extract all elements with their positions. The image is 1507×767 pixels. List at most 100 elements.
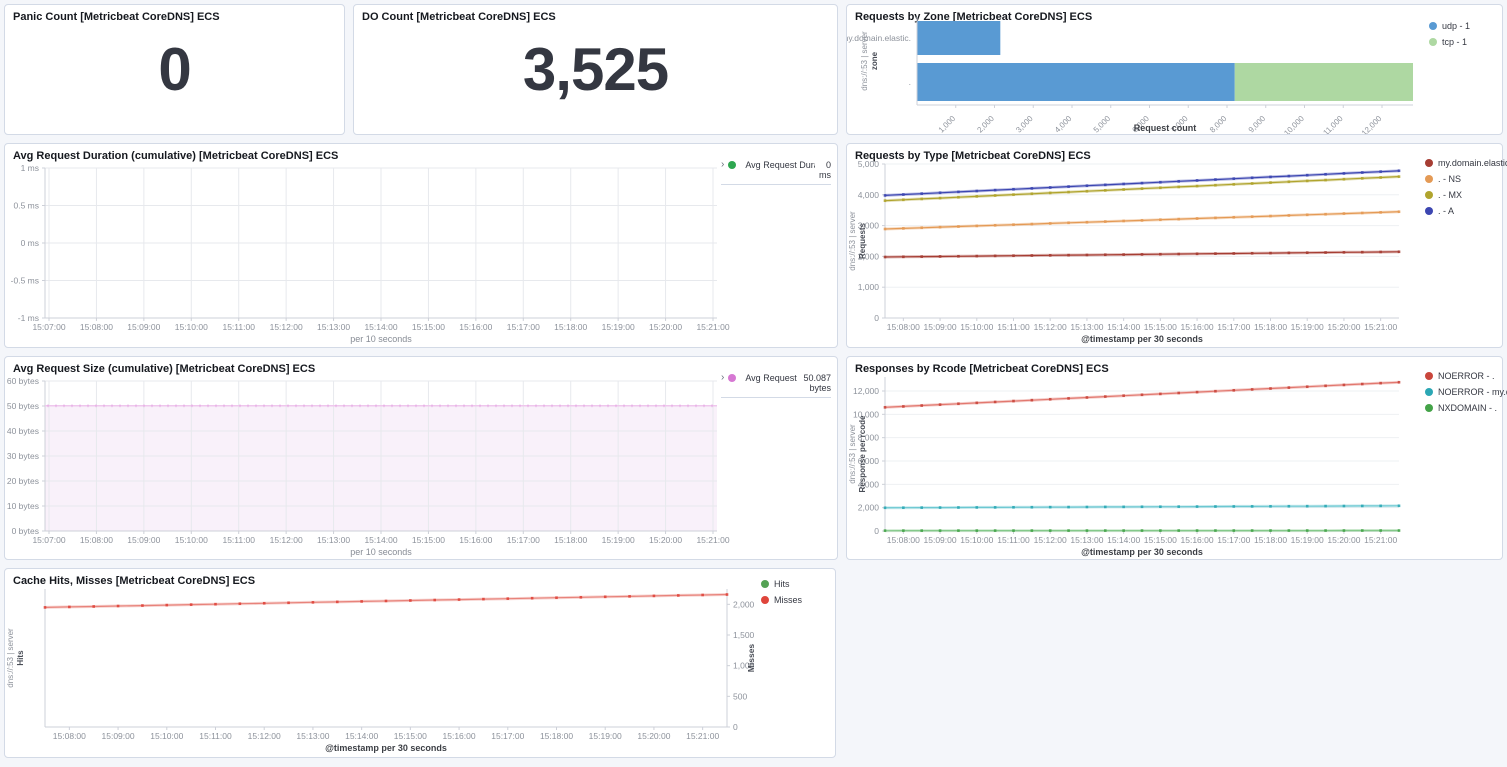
x-tick-label: 15:12:00 — [248, 731, 281, 741]
tick-label: Response per rcode — [858, 415, 867, 492]
tick-label: Hits — [16, 650, 25, 666]
legend-item[interactable]: my.domain.elastic. - A — [1425, 158, 1507, 168]
series-marker — [1379, 211, 1382, 214]
bar-segment-udp[interactable] — [917, 63, 1235, 101]
series-marker — [1269, 252, 1272, 255]
series-marker — [1251, 388, 1254, 391]
series-marker — [884, 406, 887, 409]
legend-item[interactable]: . - MX — [1425, 190, 1507, 200]
series-marker — [141, 604, 144, 607]
series-marker — [1196, 529, 1199, 532]
avg-request-size-chart[interactable]: 15:07:0015:08:0015:09:0015:10:0015:11:00… — [5, 357, 837, 559]
cache-hits-misses-chart[interactable]: 15:08:0015:09:0015:10:0015:11:0015:12:00… — [5, 569, 835, 757]
x-tick-label: 15:18:00 — [540, 731, 573, 741]
legend-value-number: 50.087 — [803, 373, 831, 383]
y-tick-label: 2,000 — [858, 503, 880, 513]
x-tick-label: 15:08:00 — [887, 535, 920, 545]
legend-item-tcp[interactable]: tcp - 1 — [1429, 37, 1470, 47]
series-marker — [1398, 175, 1401, 178]
x-tick-label: 15:20:00 — [1327, 322, 1360, 332]
x-tick-label: 15:14:00 — [364, 535, 397, 545]
legend-item-misses[interactable]: Misses — [761, 595, 802, 605]
bar-segment-tcp[interactable] — [1235, 63, 1413, 101]
series-marker — [1086, 254, 1089, 257]
series-marker — [1031, 187, 1034, 190]
legend-item[interactable]: NXDOMAIN - . — [1425, 403, 1507, 413]
x-tick-label: 5,000 — [1092, 114, 1113, 134]
series-marker — [994, 189, 997, 192]
avg-request-duration-chart[interactable]: 15:07:0015:08:0015:09:0015:10:0015:11:00… — [5, 144, 837, 347]
x-tick-label: 15:16:00 — [459, 322, 492, 332]
series-marker — [1398, 169, 1401, 172]
legend-label[interactable]: Avg Request ... — [745, 373, 799, 383]
legend-item[interactable]: NOERROR - my.dom... — [1425, 387, 1507, 397]
series-marker — [920, 226, 923, 229]
series-marker — [975, 195, 978, 198]
series-marker — [1067, 185, 1070, 188]
series-marker — [957, 506, 960, 509]
series-marker — [1306, 174, 1309, 177]
x-tick-label: 15:20:00 — [1327, 535, 1360, 545]
x-tick-label: 15:21:00 — [1364, 535, 1397, 545]
series-marker — [1251, 182, 1254, 185]
tick-label: dns://:53 | server — [848, 424, 857, 484]
series-marker — [1379, 382, 1382, 385]
series-marker — [994, 194, 997, 197]
series-marker — [1049, 186, 1052, 189]
do-count-value: 3,525 — [354, 5, 837, 134]
chevron-right-icon[interactable]: › — [721, 160, 724, 169]
x-tick-label: 15:12:00 — [1034, 322, 1067, 332]
series-marker — [287, 602, 290, 605]
series-marker — [1306, 385, 1309, 388]
x-tick-label: 15:12:00 — [270, 322, 303, 332]
series-marker — [1398, 529, 1401, 532]
series-marker — [902, 227, 905, 230]
x-axis-title: Request count — [1134, 123, 1197, 133]
series-marker — [1269, 505, 1272, 508]
legend-item[interactable]: . - NS — [1425, 174, 1507, 184]
legend-label: udp - 1 — [1442, 21, 1470, 31]
chevron-right-icon[interactable]: › — [721, 373, 724, 382]
series-marker — [531, 597, 534, 600]
legend-label: NOERROR - . — [1438, 371, 1495, 381]
x-tick-label: 15:20:00 — [649, 322, 682, 332]
legend-item[interactable]: . - A — [1425, 206, 1507, 216]
x-tick-label: 15:15:00 — [394, 731, 427, 741]
series-marker — [1049, 192, 1052, 195]
series-marker — [1196, 217, 1199, 220]
legend-item[interactable]: NOERROR - . — [1425, 371, 1507, 381]
x-tick-label: 15:18:00 — [1254, 535, 1287, 545]
series-marker — [957, 191, 960, 194]
series-marker — [1196, 391, 1199, 394]
rcode-plot: 15:08:0015:09:0015:10:0015:11:0015:12:00… — [847, 357, 1502, 559]
series-marker — [1141, 529, 1144, 532]
series-marker — [884, 199, 887, 202]
series-marker — [336, 601, 339, 604]
series-marker — [1251, 177, 1254, 180]
series-marker — [1324, 213, 1327, 216]
legend-item-hits[interactable]: Hits — [761, 579, 802, 589]
legend-label: my.domain.elastic. - A — [1438, 158, 1507, 168]
x-tick-label: 15:17:00 — [507, 322, 540, 332]
right-tick-label: 500 — [733, 691, 747, 701]
x-tick-label: 15:10:00 — [960, 535, 993, 545]
series-marker — [1104, 529, 1107, 532]
series-marker — [1196, 505, 1199, 508]
series-marker — [975, 225, 978, 228]
x-tick-label: 15:09:00 — [127, 535, 160, 545]
series-marker — [1214, 505, 1217, 508]
size-plot: 15:07:0015:08:0015:09:0015:10:0015:11:00… — [5, 357, 837, 559]
legend-item-udp[interactable]: udp - 1 — [1429, 21, 1470, 31]
legend-label[interactable]: Avg Request Dura.. — [745, 160, 815, 170]
series-marker — [1306, 251, 1309, 254]
bar-segment-udp[interactable] — [917, 21, 1000, 55]
requests-by-type-chart[interactable]: 15:08:0015:09:0015:10:0015:11:0015:12:00… — [847, 144, 1502, 347]
x-tick-label: 15:18:00 — [1254, 322, 1287, 332]
responses-by-rcode-chart[interactable]: 15:08:0015:09:0015:10:0015:11:0015:12:00… — [847, 357, 1502, 559]
requests-by-zone-chart[interactable]: my.domain.elastic..1,0002,0003,0004,0005… — [847, 5, 1502, 134]
series-marker — [920, 255, 923, 258]
series-marker — [1141, 219, 1144, 222]
series-marker — [1086, 529, 1089, 532]
y-axis-label: dns://:53 | serverResponse per rcode — [848, 415, 867, 492]
series-marker — [1141, 187, 1144, 190]
